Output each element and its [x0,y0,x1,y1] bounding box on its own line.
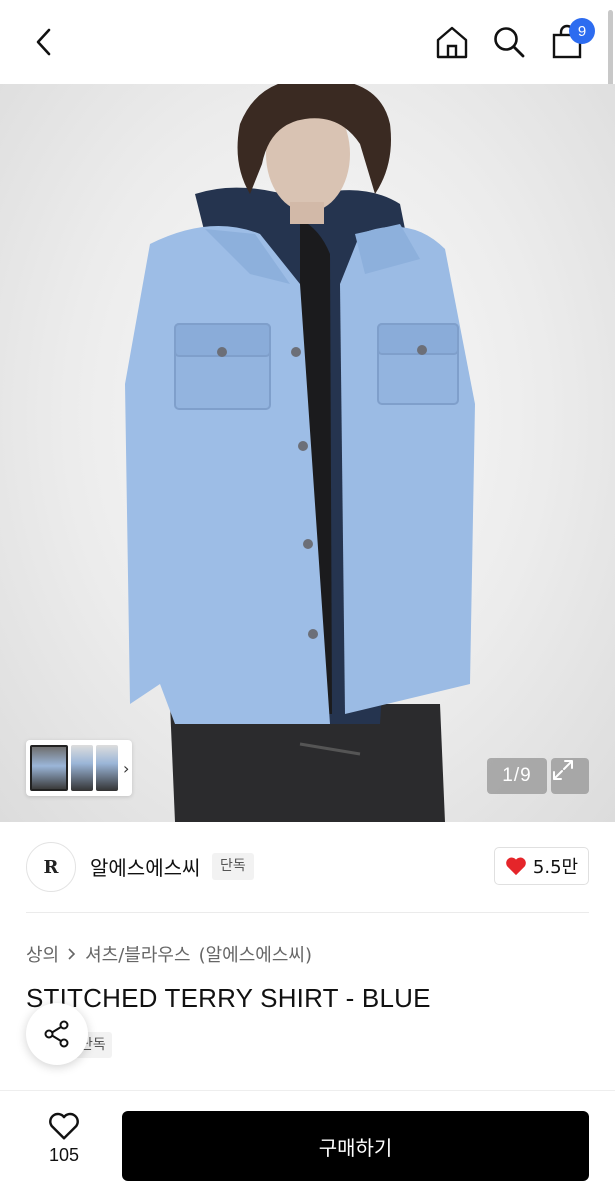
top-bar: 9 [0,0,615,84]
search-icon [494,27,525,58]
thumbnail-3[interactable] [96,745,118,791]
brand-logo-text: R [43,856,59,878]
search-button[interactable] [487,20,531,64]
image-page-counter: 1/9 [487,758,547,794]
brand-name[interactable]: 알에스에스씨 [90,852,200,881]
home-icon [436,26,468,59]
wishlist-button[interactable]: 105 [26,1111,102,1175]
product-image-gallery[interactable]: › 1/9 [0,84,615,822]
cart-button[interactable]: 9 [545,18,595,64]
breadcrumb: 상의 셔츠/블라우스 (알에스에스씨) [26,941,312,967]
wishlist-count: 105 [48,1145,80,1165]
thumbnail-strip[interactable]: › [26,740,132,796]
heart-filled-icon [506,857,526,876]
back-button[interactable] [22,20,66,64]
brand-like-count: 5.5만 [532,857,579,878]
chevron-right-icon [68,948,76,960]
thumbnail-1[interactable] [30,745,68,791]
brand-row: R 알에스에스씨 단독 5.5만 [0,822,615,912]
breadcrumb-item-subcategory[interactable]: 셔츠/블라우스 [85,941,190,967]
chevron-right-icon[interactable]: › [123,759,129,778]
expand-button[interactable] [551,758,589,794]
divider [26,912,589,913]
share-button[interactable] [26,1003,88,1065]
product-title: STITCHED TERRY SHIRT - BLUE [26,983,431,1013]
breadcrumb-item-brand[interactable]: (알에스에스씨) [199,941,312,967]
product-photo [125,84,475,822]
buy-button[interactable]: 구매하기 [122,1111,589,1181]
exclusive-badge: 단독 [212,853,254,880]
heart-outline-icon [49,1112,79,1140]
expand-icon [553,760,573,780]
cart-count-badge: 9 [569,18,595,44]
brand-like-button[interactable]: 5.5만 [494,847,589,885]
chevron-left-icon [36,28,51,56]
thumbnail-2[interactable] [71,745,93,791]
bottom-action-bar: 105 구매하기 [0,1090,615,1200]
share-icon [44,1020,69,1048]
home-button[interactable] [430,20,474,64]
brand-logo[interactable]: R [26,842,76,892]
breadcrumb-item-category[interactable]: 상의 [26,941,59,967]
